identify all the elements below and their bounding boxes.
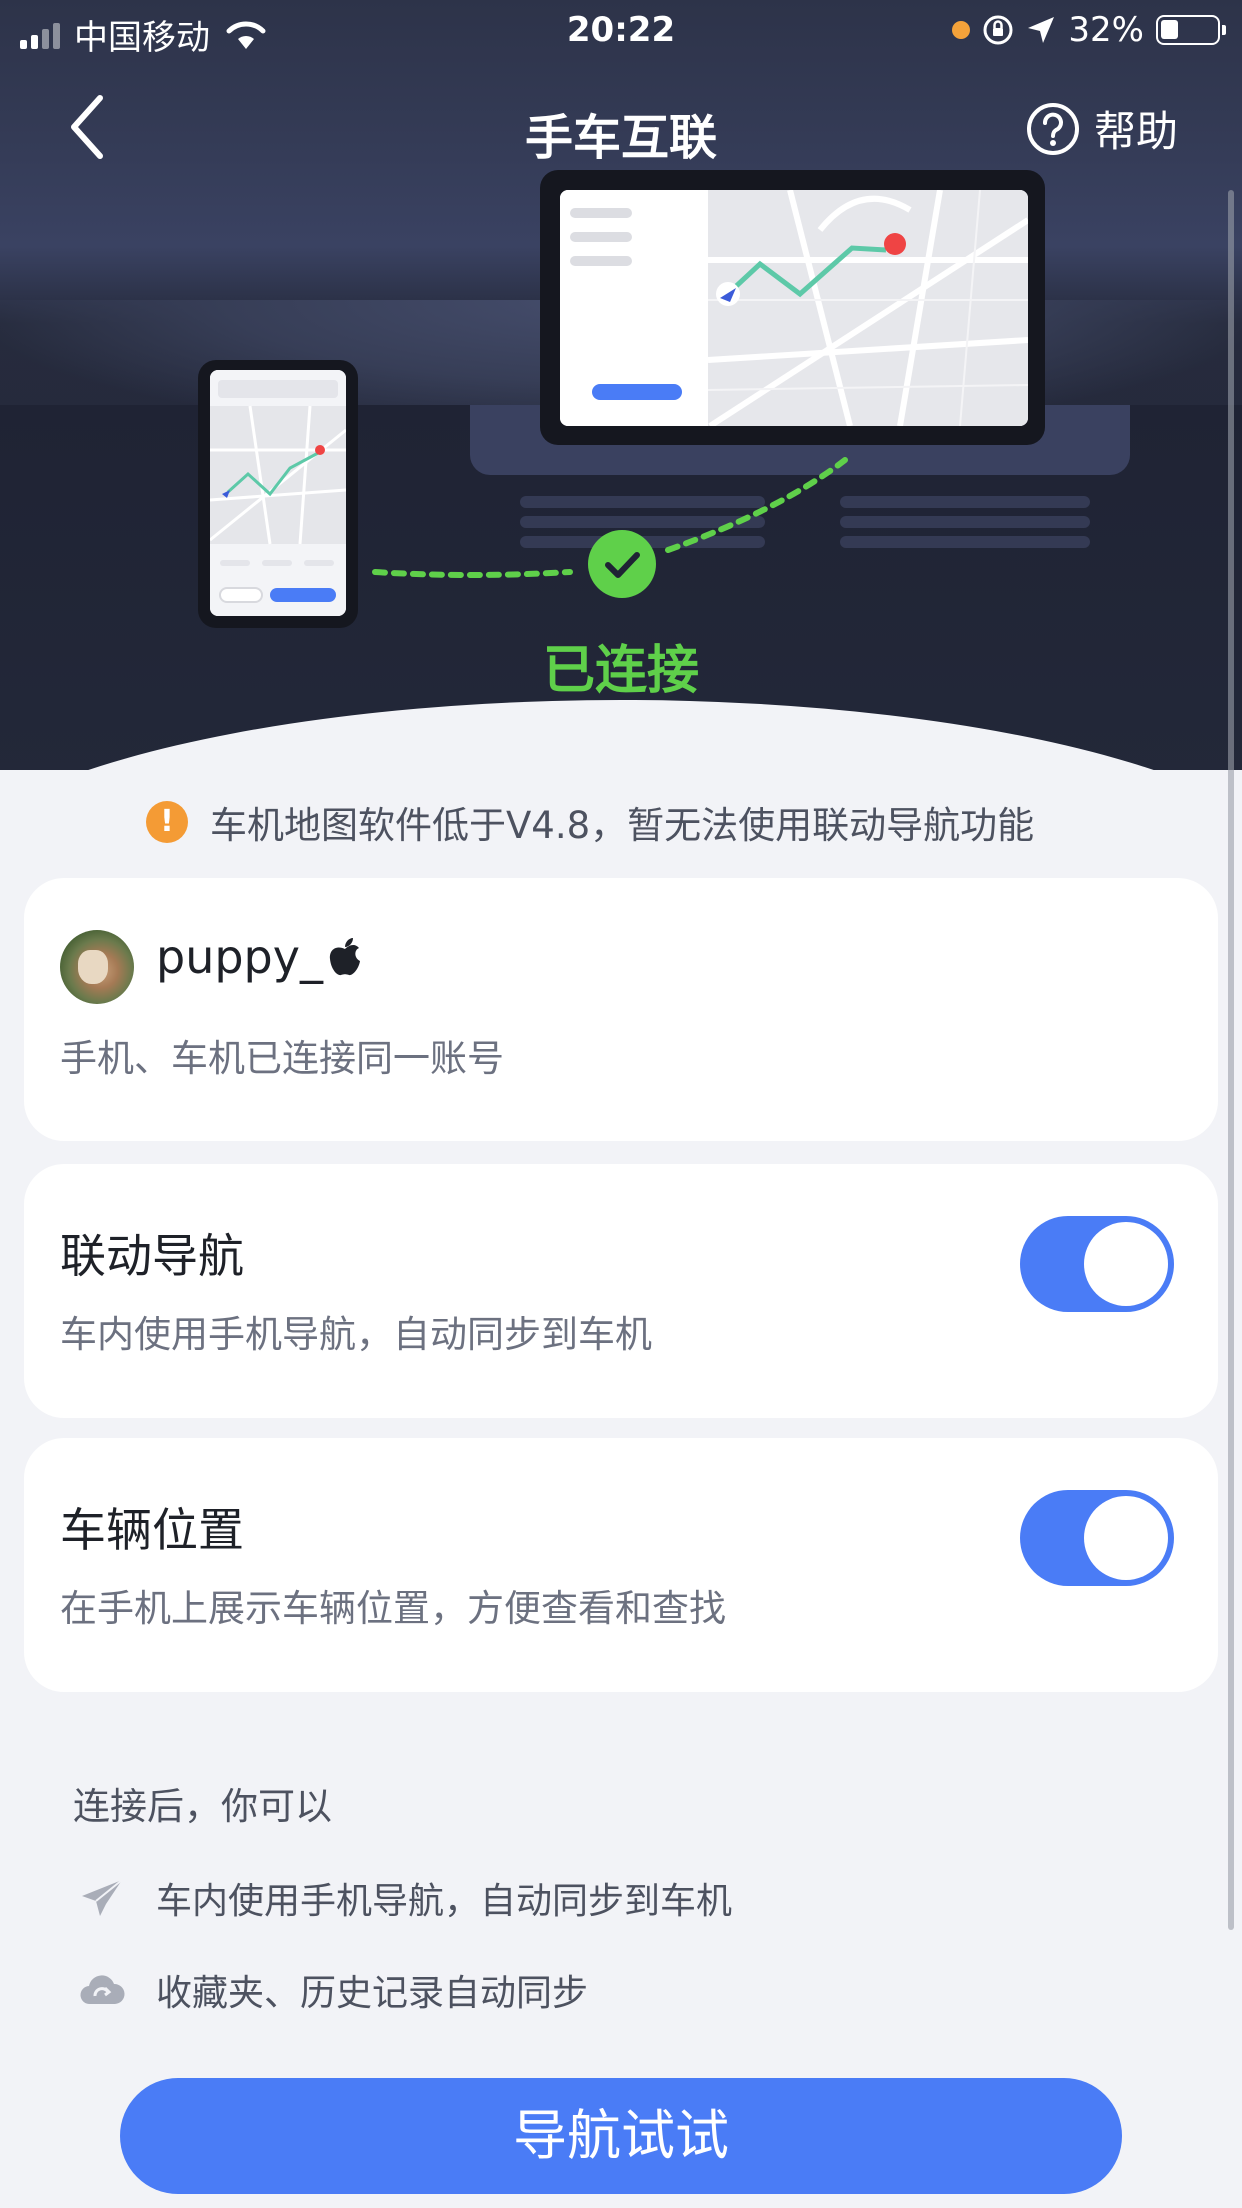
help-label: 帮助 — [1093, 107, 1178, 156]
feature-item: 收藏夹、历史记录自动同步 — [78, 1964, 588, 2016]
warning-text: 车机地图软件低于V4.8，暂无法使用联动导航功能 — [210, 804, 1035, 847]
connection-status: 已连接 — [542, 641, 699, 701]
warning-icon: ! — [146, 801, 188, 843]
vehicle-location-toggle[interactable] — [1020, 1490, 1174, 1586]
feature-text: 收藏夹、历史记录自动同步 — [156, 1973, 589, 2014]
linked-navigation-toggle[interactable] — [1020, 1216, 1174, 1312]
account-card: puppy_ 手机、车机已连接同一账号 — [24, 878, 1218, 1141]
question-circle-icon — [1026, 102, 1079, 155]
cloud-sync-icon — [80, 1975, 125, 2005]
recording-dot-icon — [952, 21, 971, 39]
location-arrow-icon — [1028, 17, 1055, 43]
vehicle-location-description: 在手机上展示车辆位置，方便查看和查找 — [60, 1587, 726, 1630]
account-name: puppy_ — [156, 930, 363, 984]
toggle-knob — [1084, 1222, 1168, 1306]
battery-percent: 32% — [1068, 10, 1144, 50]
status-bar-right: 32% — [952, 10, 1226, 50]
version-warning: ! 车机地图软件低于V4.8，暂无法使用联动导航功能 — [146, 795, 1034, 849]
apple-logo-icon — [329, 938, 360, 976]
linked-navigation-title: 联动导航 — [60, 1229, 244, 1283]
account-description: 手机、车机已连接同一账号 — [60, 1037, 504, 1080]
try-navigation-button[interactable]: 导航试试 — [120, 2078, 1122, 2194]
vehicle-location-title: 车辆位置 — [60, 1503, 244, 1557]
paper-plane-icon — [82, 1879, 123, 1916]
linked-navigation-card: 联动导航 车内使用手机导航，自动同步到车机 — [24, 1164, 1218, 1418]
connected-check-icon — [588, 530, 656, 598]
toggle-knob — [1084, 1496, 1168, 1580]
feature-item: 车内使用手机导航，自动同步到车机 — [78, 1872, 732, 1924]
avatar — [60, 930, 134, 1004]
help-button[interactable]: 帮助 — [1026, 98, 1178, 159]
orientation-lock-icon — [983, 15, 1013, 45]
vehicle-location-card: 车辆位置 在手机上展示车辆位置，方便查看和查找 — [24, 1438, 1218, 1692]
feature-text: 车内使用手机导航，自动同步到车机 — [156, 1881, 733, 1922]
features-heading: 连接后，你可以 — [73, 1785, 332, 1828]
nav-bar: 手车互联 帮助 — [0, 62, 1242, 190]
linked-navigation-description: 车内使用手机导航，自动同步到车机 — [60, 1313, 652, 1356]
scrollbar[interactable] — [1228, 190, 1234, 1930]
battery-icon — [1156, 15, 1226, 45]
status-bar: 中国移动 20:22 32% — [0, 0, 1242, 62]
username: puppy_ — [156, 930, 323, 984]
